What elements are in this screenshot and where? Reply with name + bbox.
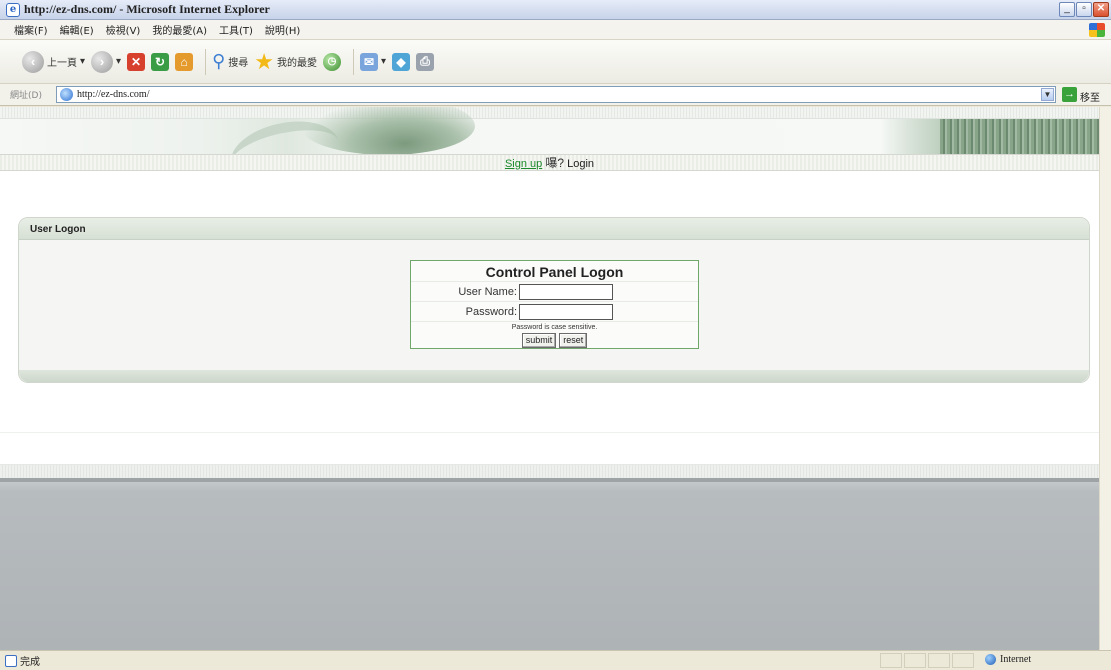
username-row: User Name:	[411, 281, 698, 301]
menu-help[interactable]: 說明(H)	[265, 22, 300, 37]
go-button[interactable]: 移至	[1080, 89, 1100, 104]
window-title-bar: e http://ez-dns.com/ - Microsoft Interne…	[0, 0, 1111, 20]
forward-button[interactable]: › ▾	[91, 50, 121, 73]
print-icon: ⎙	[416, 52, 435, 71]
messenger-button[interactable]: ◆	[392, 52, 411, 71]
nav-separator: 嚗?	[545, 156, 565, 170]
mail-button[interactable]: ✉ ▾	[359, 52, 386, 71]
page-content: Sign up 嚗? Login User Logon Control Pane…	[0, 107, 1099, 650]
status-pane	[904, 653, 926, 668]
stop-button[interactable]: ✕	[127, 52, 146, 71]
password-note: Password is case sensitive.	[411, 321, 698, 332]
address-input[interactable]: http://ez-dns.com/ ▼	[56, 86, 1056, 103]
password-row: Password:	[411, 301, 698, 321]
menu-tools[interactable]: 工具(T)	[219, 22, 253, 37]
back-button[interactable]: ‹ 上一頁 ▾	[22, 50, 85, 73]
zone-text: Internet	[1000, 654, 1032, 665]
security-zone: Internet	[985, 654, 1031, 665]
window-controls: _ ▫ ✕	[1059, 2, 1109, 17]
address-label: 網址(D)	[10, 91, 42, 101]
search-label: 搜尋	[228, 58, 249, 69]
signup-link[interactable]: Sign up	[505, 158, 542, 170]
vertical-scrollbar[interactable]	[1099, 107, 1111, 650]
close-button[interactable]: ✕	[1093, 2, 1109, 17]
address-url: http://ez-dns.com/	[77, 89, 150, 100]
status-pane	[880, 653, 902, 668]
menu-view[interactable]: 檢視(V)	[106, 22, 141, 37]
toolbar: ‹ 上一頁 ▾ › ▾ ✕ ↻ ⌂ ⚲ 搜尋 ★ 我的最愛 ◷ ✉ ▾ ◆ ⎙	[0, 40, 1111, 84]
password-input[interactable]	[519, 303, 613, 320]
username-input[interactable]	[519, 283, 613, 300]
messenger-icon: ◆	[392, 52, 411, 71]
page-icon	[60, 88, 73, 101]
logon-form: Control Panel Logon User Name: Password:…	[410, 260, 699, 349]
favorites-star-icon: ★	[254, 48, 274, 74]
search-icon: ⚲	[212, 51, 226, 71]
toolbar-separator	[205, 48, 207, 75]
status-pane	[928, 653, 950, 668]
windows-logo-icon	[1089, 23, 1105, 37]
banner-graphic	[880, 119, 1099, 154]
menu-file[interactable]: 檔案(F)	[14, 22, 48, 37]
search-button[interactable]: ⚲ 搜尋	[212, 51, 248, 72]
refresh-icon: ↻	[151, 52, 170, 71]
site-nav: Sign up 嚗? Login	[0, 154, 1099, 171]
footer-strip	[0, 464, 1099, 478]
back-arrow-icon: ‹	[22, 50, 44, 73]
menu-edit[interactable]: 編輯(E)	[60, 22, 94, 37]
panel-header: User Logon	[19, 218, 1089, 240]
history-button[interactable]: ◷	[322, 52, 341, 71]
reset-button[interactable]: reset	[559, 333, 588, 348]
forward-arrow-icon: ›	[91, 50, 114, 73]
back-label: 上一頁	[47, 58, 77, 69]
address-bar: 網址(D) http://ez-dns.com/ ▼ → 移至	[0, 84, 1111, 106]
address-dropdown-icon[interactable]: ▼	[1041, 88, 1054, 101]
password-label: Password:	[465, 305, 517, 318]
back-dropdown-icon[interactable]: ▾	[80, 56, 85, 67]
minimize-button[interactable]: _	[1059, 2, 1075, 17]
user-logon-panel: User Logon Control Panel Logon User Name…	[18, 217, 1090, 383]
print-button[interactable]: ⎙	[416, 52, 435, 71]
banner-top-strip	[0, 107, 1099, 119]
history-icon: ◷	[322, 52, 341, 71]
menu-favorites[interactable]: 我的最愛(A)	[152, 22, 207, 37]
username-label: User Name:	[458, 285, 517, 298]
content-divider	[0, 432, 1099, 433]
status-panes	[880, 653, 974, 668]
form-buttons: submit reset	[411, 333, 698, 348]
panel-title: User Logon	[30, 224, 86, 235]
panel-footer	[19, 370, 1089, 382]
go-arrow-icon[interactable]: →	[1062, 87, 1077, 102]
home-button[interactable]: ⌂	[175, 52, 194, 71]
home-icon: ⌂	[175, 52, 194, 71]
favorites-button[interactable]: ★ 我的最愛	[254, 48, 317, 74]
page-status-icon	[5, 654, 17, 667]
window-title: http://ez-dns.com/ - Microsoft Internet …	[24, 2, 270, 16]
form-title: Control Panel Logon	[485, 264, 624, 280]
mail-icon: ✉	[359, 52, 378, 71]
status-pane	[952, 653, 974, 668]
refresh-button[interactable]: ↻	[151, 52, 170, 71]
forward-dropdown-icon[interactable]: ▾	[116, 56, 121, 67]
ie-icon: e	[6, 2, 20, 17]
stop-icon: ✕	[127, 52, 146, 71]
status-text: 完成	[20, 657, 40, 668]
status-bar: 完成 Internet	[0, 650, 1111, 670]
favorites-label: 我的最愛	[276, 58, 317, 69]
submit-button[interactable]: submit	[521, 333, 557, 348]
menu-bar: 檔案(F) 編輯(E) 檢視(V) 我的最愛(A) 工具(T) 說明(H)	[0, 20, 1111, 40]
globe-icon	[985, 654, 996, 665]
site-banner	[0, 107, 1099, 194]
login-link[interactable]: Login	[567, 158, 594, 170]
toolbar-separator-2	[352, 48, 354, 75]
restore-button[interactable]: ▫	[1076, 2, 1092, 17]
mail-dropdown-icon[interactable]: ▾	[381, 56, 386, 67]
page-footer	[0, 478, 1099, 650]
